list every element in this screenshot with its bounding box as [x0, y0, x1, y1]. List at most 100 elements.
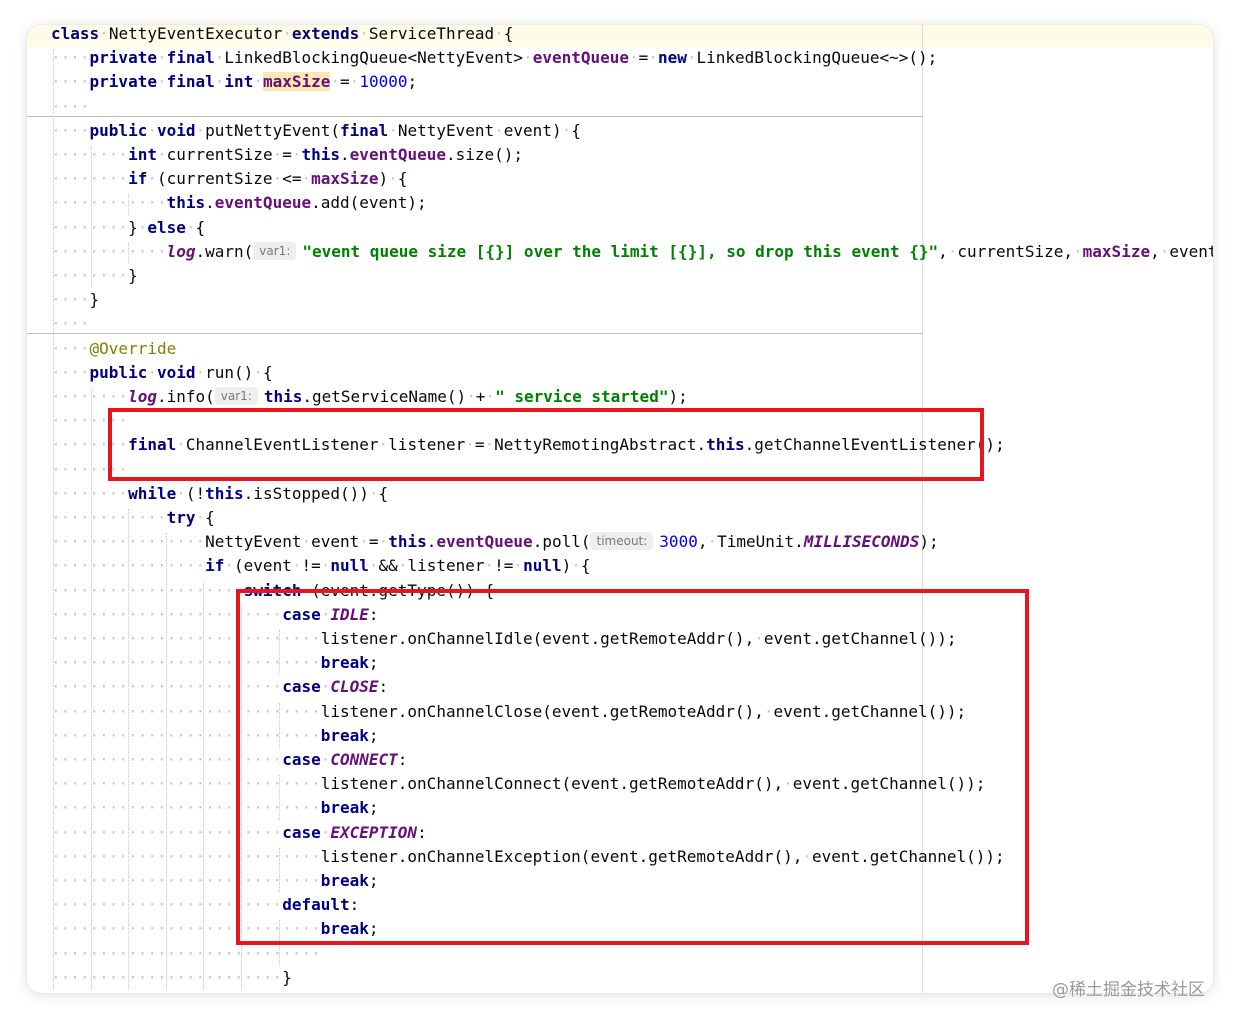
whitespace-dot: ·: [147, 169, 157, 189]
code-line[interactable]: ························}: [51, 966, 292, 990]
whitespace-dot: ·: [368, 483, 379, 503]
whitespace-dot: ·: [156, 72, 167, 92]
code-token: ): [561, 556, 572, 576]
code-line[interactable]: ············try·{: [51, 506, 215, 530]
code-line[interactable]: ········int·currentSize·=·this.eventQueu…: [51, 143, 523, 167]
method-separator: [27, 333, 923, 334]
code-token: <=: [282, 169, 302, 189]
while-loop-line[interactable]: ········while·(!this.isStopped())·{: [51, 482, 388, 506]
whitespace-dot: ·: [301, 532, 312, 552]
indent-whitespace: ········: [51, 145, 129, 164]
code-line[interactable]: ········}: [51, 264, 138, 288]
code-token: putNettyEvent(: [205, 120, 340, 140]
code-token: {: [378, 483, 389, 503]
whitespace-dot: ·: [214, 48, 225, 68]
string-literal: " service started": [495, 387, 669, 406]
field-eventqueue-line[interactable]: ····private·final·LinkedBlockingQueue<Ne…: [51, 46, 937, 70]
whitespace-dot: ·: [707, 532, 718, 552]
code-token: }: [89, 290, 100, 310]
code-line[interactable]: ····: [51, 95, 90, 119]
indent-whitespace: ········: [51, 387, 129, 406]
whitespace-dot: ·: [648, 48, 658, 68]
code-line[interactable]: ········if·(currentSize·<=·maxSize)·{: [51, 167, 407, 191]
whitespace-dot: ·: [1073, 241, 1083, 261]
whitespace-dot: ·: [378, 532, 389, 552]
code-line[interactable]: ················if·(event·!=·null·&&·lis…: [51, 554, 591, 578]
code-token: event: [311, 532, 360, 552]
field-token: eventQueue: [349, 145, 446, 164]
code-line[interactable]: ············log.warn(var1: "event queue s…: [51, 240, 1213, 264]
keyword-token: class: [51, 25, 100, 43]
parameter-hint: timeout:: [590, 532, 654, 551]
code-editor[interactable]: class·NettyEventExecutor·extends·Service…: [27, 25, 1213, 993]
keyword-token: this: [205, 483, 244, 503]
code-line[interactable]: ····: [51, 312, 90, 336]
indent-whitespace: ····················: [51, 580, 244, 600]
keyword-token: else: [147, 217, 186, 237]
indent-whitespace: ····: [51, 48, 90, 68]
whitespace-dot: ·: [185, 217, 196, 237]
keyword-token: void: [156, 362, 196, 382]
code-line[interactable]: ················NettyEvent·event·=·this.…: [51, 530, 939, 554]
override-annotation-line[interactable]: ····@Override: [51, 337, 176, 361]
whitespace-dot: ·: [137, 217, 148, 237]
keyword-token: this: [301, 145, 341, 164]
code-token: .size();: [446, 145, 524, 164]
whitespace-dot: ·: [513, 556, 524, 576]
keyword-token: public: [89, 120, 148, 140]
code-token: TimeUnit.: [717, 532, 804, 552]
code-line[interactable]: ····}: [51, 288, 99, 312]
whitespace-dot: ·: [147, 362, 157, 382]
string-literal: "event queue size [{}] over the limit [{…: [302, 241, 939, 261]
number-literal: 10000: [359, 72, 408, 92]
code-line[interactable]: ········log.info(var1: this.getServiceNam…: [51, 385, 688, 409]
indent-whitespace: ····························: [51, 943, 321, 963]
indent-whitespace: ····: [51, 96, 90, 116]
logger-token: log: [166, 241, 196, 261]
keyword-token: private: [89, 48, 157, 68]
field-token: eventQueue: [532, 48, 630, 68]
indent-whitespace: ····: [51, 120, 90, 140]
code-token: ,: [1150, 241, 1160, 261]
code-token: NettyEvent: [205, 532, 302, 552]
method-run-line[interactable]: ····public·void·run()·{: [51, 361, 273, 385]
code-token: =: [638, 48, 649, 68]
whitespace-dot: ·: [388, 120, 398, 140]
field-maxsize-line[interactable]: ····private·final·int·maxSize·=·10000;: [51, 70, 417, 94]
field-token: eventQueue: [436, 532, 533, 552]
indent-whitespace: ········: [51, 217, 129, 237]
whitespace-dot: ·: [485, 387, 496, 406]
method-putnettyevent-line[interactable]: ····public·void·putNettyEvent(final·Nett…: [51, 119, 581, 143]
code-token: );: [668, 387, 688, 406]
class-declaration-line[interactable]: class·NettyEventExecutor·extends·Service…: [51, 25, 513, 46]
whitespace-dot: ·: [224, 556, 235, 576]
code-line[interactable]: ····························: [51, 942, 321, 966]
whitespace-dot: ·: [282, 25, 292, 43]
method-separator: [27, 116, 923, 117]
code-token: &&: [378, 556, 398, 576]
field-token: maxSize: [311, 169, 379, 189]
whitespace-dot: ·: [629, 48, 639, 68]
code-token: event): [503, 120, 562, 140]
keyword-token: final: [166, 72, 215, 92]
whitespace-dot: ·: [947, 241, 958, 261]
code-token: .warn(: [195, 241, 254, 261]
code-line[interactable]: ············this.eventQueue.add(event);: [51, 191, 427, 215]
code-token: {: [571, 120, 581, 140]
whitespace-dot: ·: [272, 145, 283, 164]
code-line[interactable]: ········}·else·{: [51, 216, 205, 240]
code-token: .poll(: [532, 532, 591, 552]
number-literal: 3000: [659, 532, 698, 552]
keyword-token: if: [205, 556, 225, 576]
whitespace-dot: ·: [397, 556, 408, 576]
code-token: .getServiceName(): [302, 387, 467, 406]
indent-whitespace: ············: [51, 193, 167, 213]
watermark: @稀土掘金技术社区: [1052, 980, 1205, 1000]
code-token: =: [282, 145, 292, 164]
whitespace-dot: ·: [494, 120, 504, 140]
code-token: event.toStr: [1169, 241, 1213, 261]
code-token: (currentSize: [156, 169, 273, 189]
indent-whitespace: ········: [51, 169, 129, 189]
whitespace-dot: ·: [561, 120, 572, 140]
keyword-token: try: [166, 508, 196, 527]
